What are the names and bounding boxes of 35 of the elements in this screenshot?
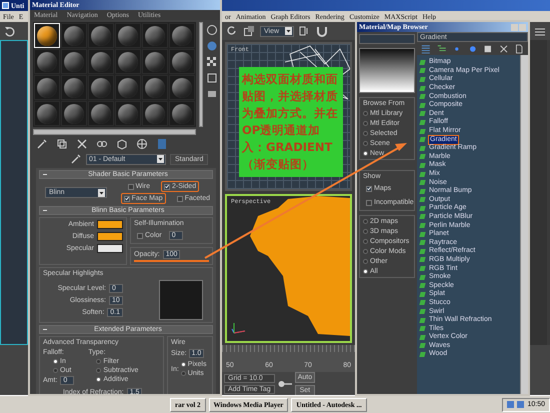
eyedropper-icon[interactable]: [36, 138, 48, 150]
copy-icon[interactable]: [56, 138, 68, 150]
globe-icon[interactable]: [136, 138, 148, 150]
caret-icon: [285, 27, 292, 35]
app-icon: [2, 2, 9, 9]
rotate-icon[interactable]: [226, 25, 238, 37]
minus-icon: [43, 329, 47, 330]
color-swatch[interactable]: [97, 220, 123, 229]
checkmark-icon: [367, 186, 371, 191]
delete-icon[interactable]: [498, 42, 508, 54]
checkmark-icon: [164, 184, 169, 189]
square-icon[interactable]: [206, 72, 218, 84]
caret-icon: [157, 155, 164, 163]
axis-icon: [231, 321, 247, 335]
document-icon[interactable]: [514, 42, 524, 54]
checkmark-icon: [124, 196, 129, 201]
gradient-preview: [359, 48, 415, 93]
checker-icon[interactable]: [206, 56, 218, 68]
minus-icon: [43, 174, 47, 175]
annotation-text: 构选双面材质和面贴图，并选择材质为叠加方式。并在OP透明通道加入：GRADIENT（渐变贴图）: [242, 71, 339, 173]
color-swatch[interactable]: [97, 244, 123, 253]
name-field: [359, 34, 415, 44]
scale-icon[interactable]: [243, 25, 255, 37]
backlight-icon[interactable]: [206, 40, 218, 52]
key-icon[interactable]: [278, 380, 292, 388]
minus-icon: [43, 210, 47, 211]
list-view-icon[interactable]: [421, 42, 431, 54]
cube-icon[interactable]: [116, 138, 128, 150]
eyedropper-icon[interactable]: [70, 153, 82, 165]
snap-icon[interactable]: [316, 25, 328, 37]
highlight-curve-preview: [159, 280, 203, 320]
caret-icon: [98, 188, 105, 196]
undo-icon[interactable]: [4, 25, 16, 37]
color-swatch[interactable]: [97, 232, 123, 241]
sphere-icon[interactable]: [206, 24, 218, 36]
